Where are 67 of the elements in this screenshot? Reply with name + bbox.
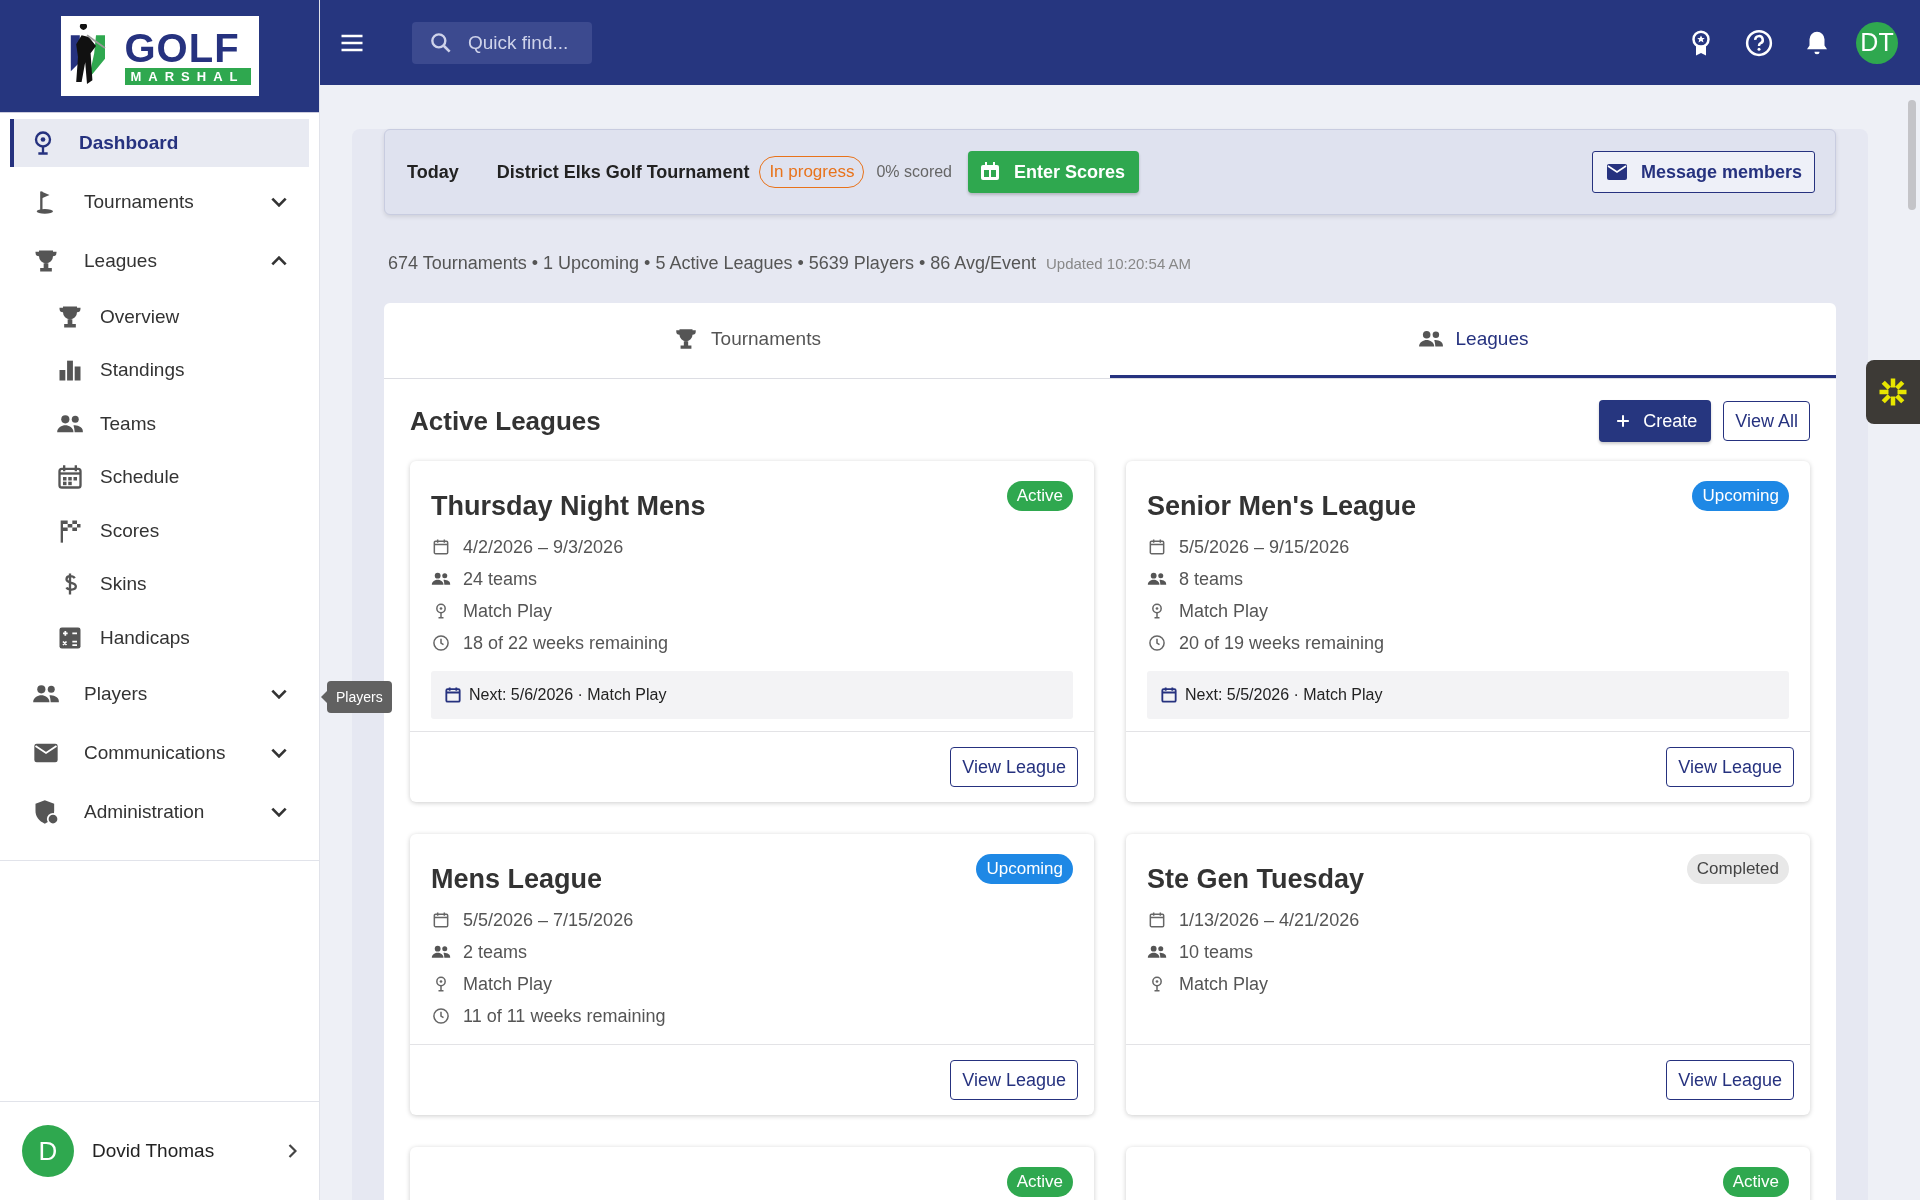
- message-members-button[interactable]: Message members: [1591, 151, 1815, 193]
- chevron-icon: [288, 1144, 297, 1158]
- asterisk-widget[interactable]: [1866, 360, 1920, 424]
- nav-subitem[interactable]: Skins: [0, 557, 319, 611]
- nav-subitem[interactable]: Overview: [0, 290, 319, 344]
- view-league-button[interactable]: View League: [950, 747, 1078, 787]
- nav-item[interactable]: Leagues: [0, 231, 309, 290]
- league-detail: 11 of 11 weeks remaining: [463, 1005, 666, 1027]
- status-badge: Upcoming: [1692, 481, 1789, 511]
- updated-time: Updated 10:20:54 AM: [1045, 254, 1192, 272]
- league-detail: Match Play: [463, 973, 553, 995]
- tab[interactable]: Tournaments: [384, 303, 1110, 378]
- nav-item[interactable]: Dashboard: [10, 119, 309, 167]
- search-field[interactable]: Quick find...: [412, 21, 592, 64]
- view-league-button[interactable]: View League: [1666, 1060, 1794, 1100]
- league-name: Mens League: [431, 864, 603, 895]
- status-badge: Active: [1722, 1167, 1789, 1197]
- status-badge: Upcoming: [976, 854, 1073, 884]
- nav-subitem[interactable]: Scores: [0, 504, 319, 558]
- tab[interactable]: Leagues: [1110, 303, 1836, 378]
- chevron-icon: [271, 807, 287, 817]
- league-detail: 5/5/2026 – 9/15/2026: [1179, 536, 1350, 558]
- section-title: Active Leagues: [410, 405, 601, 437]
- league-detail: 5/5/2026 – 7/15/2026: [463, 909, 634, 931]
- league-detail: Match Play: [1179, 973, 1269, 995]
- chevron-icon: [271, 196, 287, 207]
- help-icon[interactable]: [1744, 27, 1774, 58]
- league-detail: 2 teams: [463, 941, 528, 963]
- league-detail: 10 teams: [1179, 941, 1254, 963]
- status-badge: Active: [1006, 1167, 1073, 1197]
- league-detail: 1/13/2026 – 4/21/2026: [1179, 909, 1360, 931]
- league-detail: 24 teams: [463, 568, 538, 590]
- league-detail: Match Play: [1179, 600, 1269, 622]
- league-name: Senior Men's League: [1147, 491, 1416, 522]
- nav-item[interactable]: Tournaments: [0, 172, 309, 231]
- scrollbar[interactable]: [1908, 100, 1916, 210]
- user-avatar: D: [22, 1125, 74, 1177]
- nav-subitem[interactable]: Teams: [0, 397, 319, 451]
- chevron-icon: [271, 255, 287, 266]
- league-detail: Match Play: [463, 600, 553, 622]
- next-match-text: Next: 5/5/2026 · Match Play: [1185, 686, 1383, 704]
- league-detail: 20 of 19 weeks remaining: [1179, 632, 1385, 654]
- league-name: Thursday Night Mens: [431, 491, 706, 522]
- golf-marshal-logo: GOLF MARSHAL: [60, 16, 259, 96]
- next-match-text: Next: 5/6/2026 · Match Play: [469, 686, 667, 704]
- nav-item[interactable]: Players: [0, 664, 309, 724]
- today-banner: Today District Elks Golf Tournament In progress 0% scored Enter Scores Message members: [384, 129, 1836, 215]
- view-all-button[interactable]: View All: [1723, 401, 1810, 441]
- nav-item[interactable]: Administration: [0, 782, 309, 842]
- nav-subitem[interactable]: Schedule: [0, 450, 319, 504]
- league-detail: 4/2/2026 – 9/3/2026: [463, 536, 624, 558]
- user-menu[interactable]: D Dovid Thomas: [0, 1101, 319, 1200]
- league-detail: 18 of 22 weeks remaining: [463, 632, 669, 654]
- create-button[interactable]: Create: [1599, 400, 1712, 442]
- summary-stats: 674 Tournaments • 1 Upcoming • 5 Active Leagues • 5639 Players • 86 Avg/Event: [388, 252, 1036, 274]
- tooltip: Players: [327, 681, 392, 713]
- league-name: Ste Gen Tuesday: [1147, 864, 1365, 895]
- nav-subitem[interactable]: Handicaps: [0, 611, 319, 665]
- nav-item[interactable]: Communications: [0, 723, 309, 783]
- league-detail: 8 teams: [1179, 568, 1244, 590]
- view-league-button[interactable]: View League: [1666, 747, 1794, 787]
- view-league-button[interactable]: View League: [950, 1060, 1078, 1100]
- chevron-icon: [271, 689, 287, 699]
- status-badge: Completed: [1686, 854, 1789, 884]
- chevron-icon: [271, 748, 287, 758]
- status-badge: Active: [1006, 481, 1073, 511]
- nav-subitem[interactable]: Standings: [0, 343, 319, 397]
